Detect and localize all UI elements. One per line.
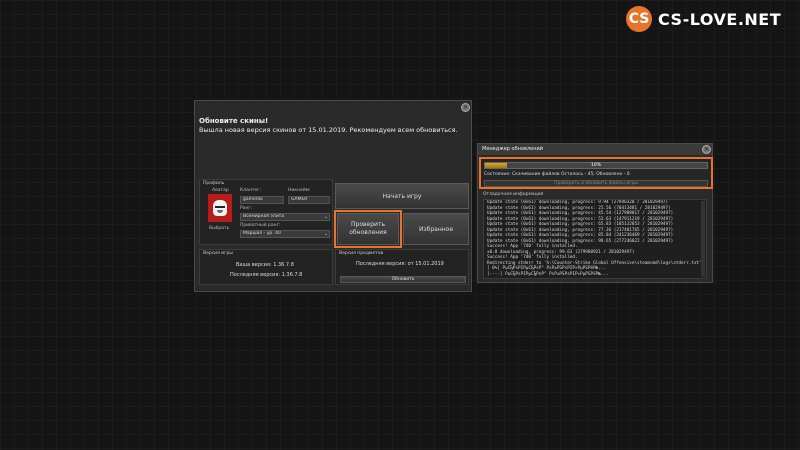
update-manager-title: Менеджер обновлений — [482, 146, 543, 152]
favorites-button[interactable]: Избранное — [403, 213, 469, 245]
verify-files-button[interactable]: Проверить и обновить файлы игры — [484, 180, 708, 187]
update-state-text: Состояние: Скачивание файлов Осталось - … — [484, 172, 632, 177]
log-line: Update state (0x61) downloading, progres… — [487, 222, 674, 227]
private-rank-value: Маршал - ур. 40 — [243, 231, 281, 236]
progress-section: 10% Состояние: Скачивание файлов Осталос… — [479, 157, 713, 189]
logo-badge: CS — [626, 6, 652, 32]
check-updates-button[interactable]: Проверить обновления — [334, 210, 402, 248]
chevron-down-icon: ⌄ — [323, 214, 328, 220]
avatar[interactable] — [208, 194, 232, 222]
profile-panel: Профиль Аватар Выбрать Клантег: gamerok … — [199, 179, 333, 245]
latest-version-text: Последняя версия: 1.36.7.8 — [230, 272, 303, 278]
debug-log: Update state (0x61) downloading, progres… — [483, 199, 707, 279]
site-logo: CS CS-LOVE.NET — [626, 6, 790, 32]
log-line: Update state (0x61) downloading, progres… — [487, 211, 674, 216]
rank-value: Всемирная элита — [243, 214, 284, 219]
profile-section-title: Профиль — [203, 181, 225, 186]
skins-latest-version-text: Последняя версия: от 15.01.2019 — [356, 261, 444, 267]
nickname-input[interactable]: GAMER — [288, 196, 330, 204]
select-avatar-button[interactable]: Выбрать — [209, 226, 229, 231]
game-version-title: Версия игры — [203, 251, 233, 256]
game-version-panel: Версия игры Ваша версия: 1.36.7.8 Послед… — [199, 249, 333, 285]
check-updates-label-1: Проверить — [351, 221, 385, 228]
log-line: Update state (0x61) downloading, progres… — [487, 233, 674, 238]
progress-bar: 10% — [484, 162, 708, 169]
progress-percent-text: 10% — [590, 163, 601, 168]
skins-version-title: Версия предметов — [339, 251, 384, 256]
clantag-label: Клантег: — [240, 188, 262, 193]
rank-label: Ранг: — [240, 206, 253, 211]
nickname-label: Никнейм: — [288, 188, 311, 193]
logo-text: CS-LOVE.NET — [658, 9, 782, 29]
close-icon[interactable]: × — [702, 145, 711, 154]
clantag-input[interactable]: gamerok — [240, 196, 284, 204]
update-manager-titlebar: Менеджер обновлений — [478, 144, 712, 155]
avatar-face-icon — [213, 200, 227, 216]
update-title: Обновите скины! — [199, 117, 269, 125]
close-icon[interactable]: × — [461, 103, 470, 112]
private-rank-select[interactable]: Маршал - ур. 40 ⌄ — [240, 230, 330, 238]
avatar-label: Аватар — [212, 188, 229, 193]
start-game-button[interactable]: Начать игру — [335, 183, 469, 209]
your-version-text: Ваша версия: 1.36.7.8 — [236, 262, 294, 268]
update-message: Вышла новая версия скинов от 15.01.2019.… — [199, 126, 458, 134]
private-rank-label: Приватный ранг: — [240, 223, 281, 228]
chevron-down-icon: ⌄ — [323, 231, 328, 237]
log-scrollbar[interactable] — [701, 201, 705, 277]
rank-select[interactable]: Всемирная элита ⌄ — [240, 213, 330, 221]
skins-version-panel: Версия предметов Последняя версия: от 15… — [335, 249, 469, 285]
check-updates-label-2: обновления — [349, 229, 387, 236]
debug-info-title: Отладочная информация — [483, 192, 544, 197]
log-line: [----] РџСЂРѕРІРµСЂРєР° РѕР±РЅРѕРІР»РµРЅ… — [487, 271, 609, 277]
update-button[interactable]: Обновить — [340, 276, 466, 283]
update-manager-window: Менеджер обновлений × 10% Состояние: Ска… — [477, 143, 713, 283]
launcher-window: × Обновите скины! Вышла новая версия ски… — [194, 100, 472, 292]
